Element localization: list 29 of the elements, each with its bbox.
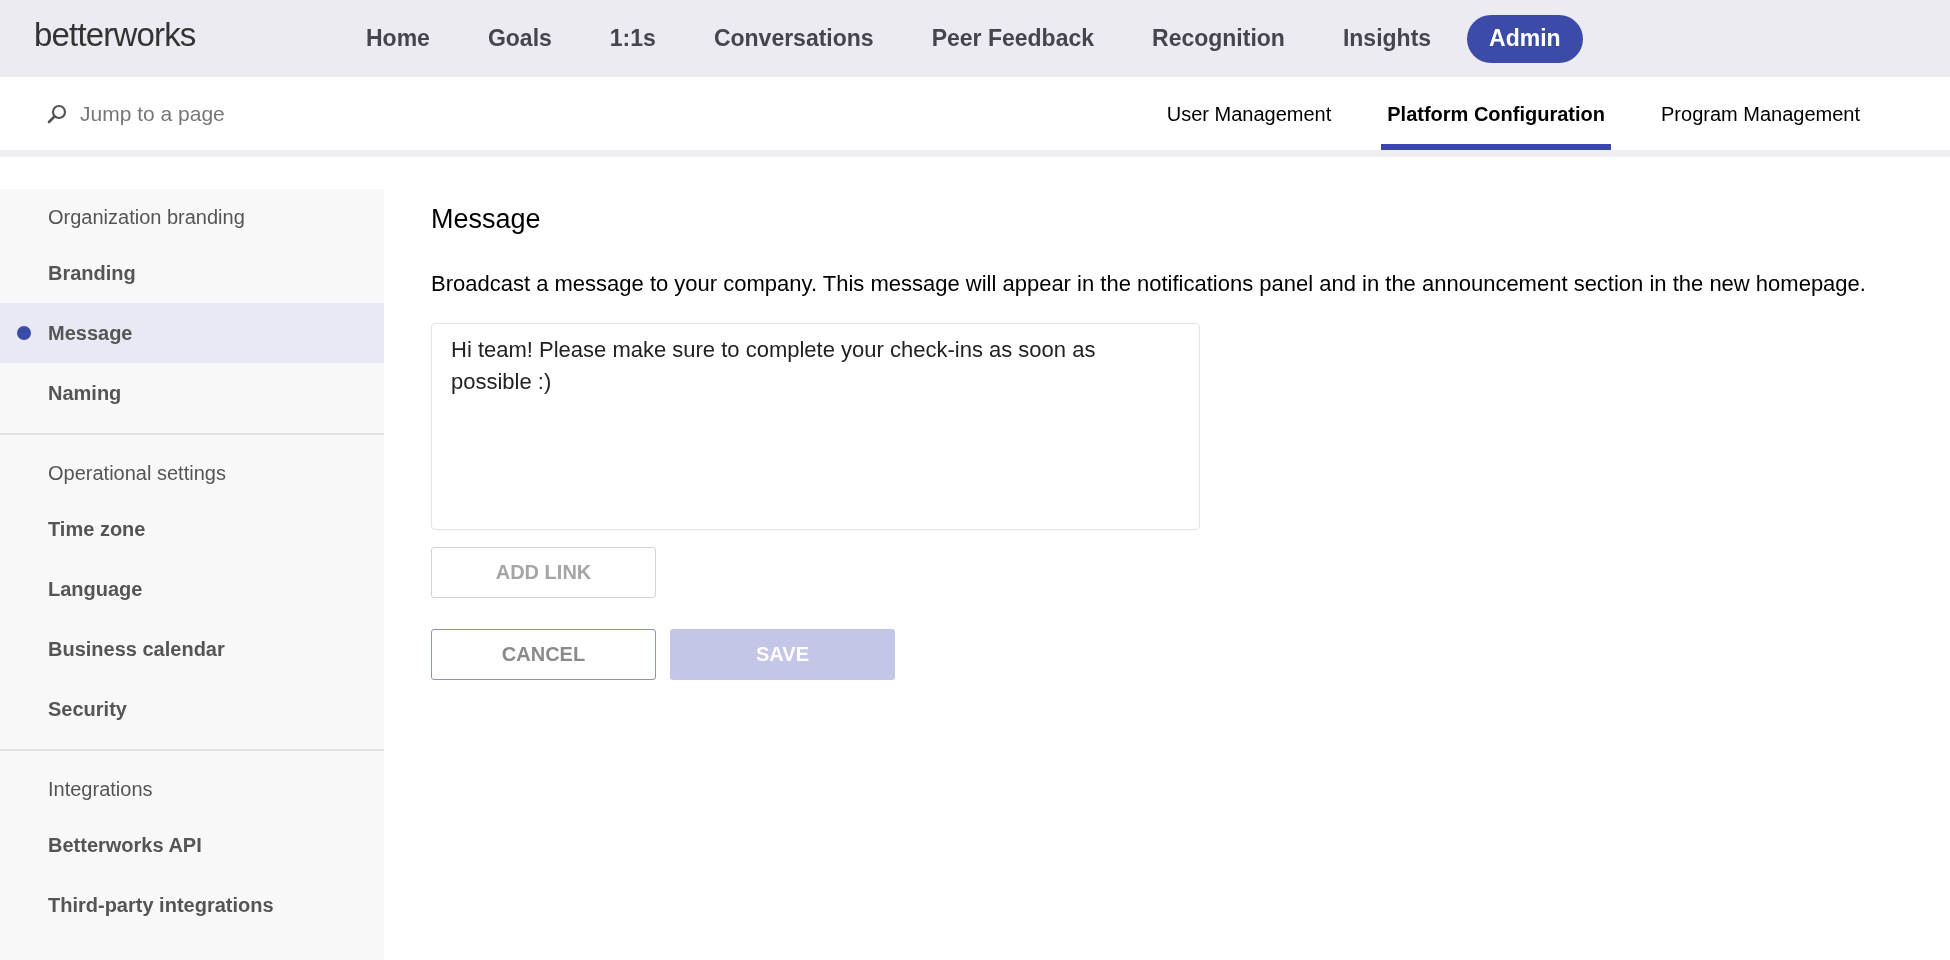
sidebar-heading: Operational settings — [48, 461, 226, 486]
search-icon — [46, 102, 68, 125]
sidebar-item[interactable]: Third-party integrations — [0, 875, 384, 935]
sidebar-item[interactable]: Betterworks API — [0, 815, 384, 875]
nav-tab[interactable]: Recognition — [1130, 14, 1307, 63]
section-tab[interactable]: Platform Configuration — [1381, 77, 1611, 150]
sidebar-heading: Organization branding — [48, 205, 245, 230]
sidebar-item[interactable]: Language — [0, 559, 384, 619]
section-tab[interactable]: Program Management — [1641, 77, 1880, 150]
sidebar-item[interactable]: Branding — [0, 243, 384, 303]
nav-tab[interactable]: Goals — [465, 14, 574, 63]
sidebar-heading: Integrations — [48, 777, 153, 802]
page-title: Message — [431, 203, 542, 236]
nav-tab[interactable]: Peer Feedback — [909, 14, 1116, 63]
sidebar-item[interactable]: Naming — [0, 363, 384, 423]
nav-tab[interactable]: 1:1s — [587, 14, 678, 63]
search-field[interactable]: Jump to a page — [80, 97, 380, 130]
sidebar-item[interactable]: Business calendar — [0, 619, 384, 679]
nav-tab[interactable]: Conversations — [691, 14, 896, 63]
sidebar-item[interactable]: Time zone — [0, 499, 384, 559]
description: Broadcast a message to your company. This message will appear in the notifications panel and in the announcement section in the new homepage. — [431, 269, 1866, 298]
section-tab[interactable]: User Management — [1146, 77, 1352, 150]
nav-tab[interactable]: Home — [344, 14, 452, 63]
message-field[interactable]: Hi team! Please make sure to complete your check-ins as soon as possible :) — [431, 322, 1200, 530]
sidebar-item[interactable]: Message — [0, 303, 384, 363]
sidebar-item[interactable]: Security — [0, 679, 384, 739]
nav-tab[interactable]: Insights — [1320, 14, 1454, 63]
logo[interactable]: betterworks — [34, 9, 344, 60]
nav-tab[interactable]: Admin — [1467, 14, 1583, 63]
